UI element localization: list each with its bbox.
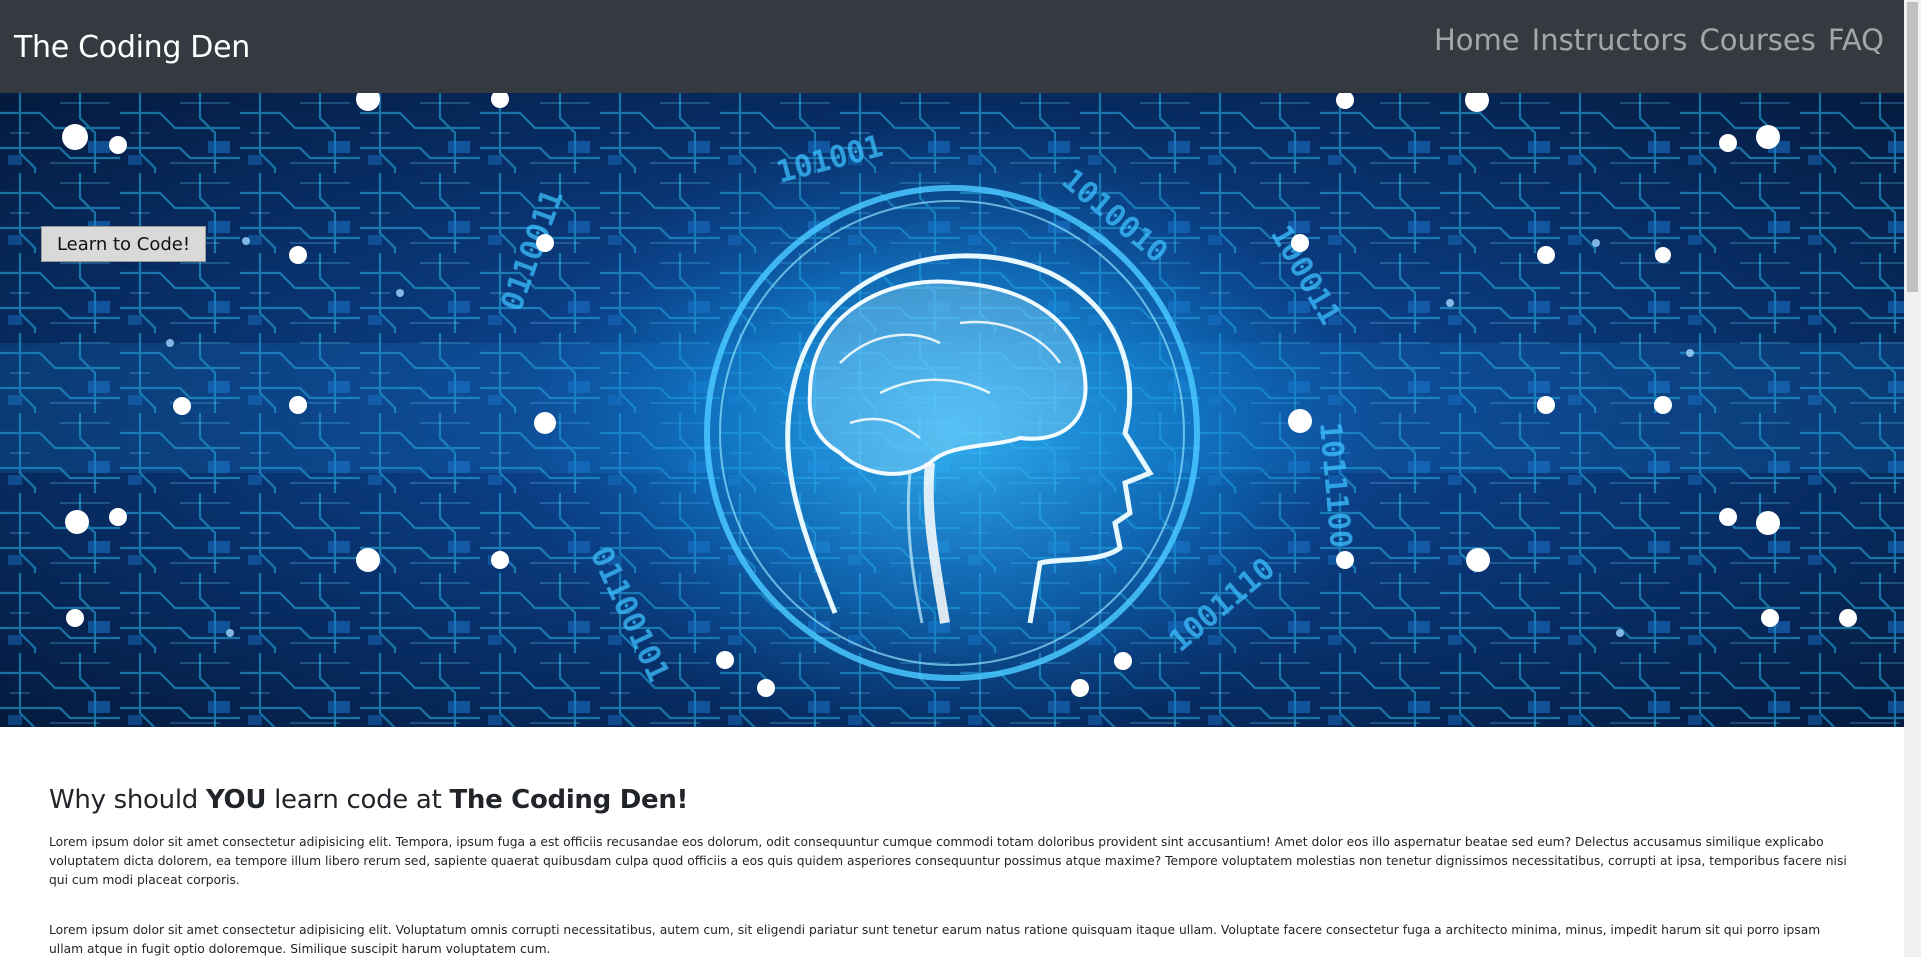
body-paragraph-2: Lorem ipsum dolor sit amet consectetur a… <box>49 923 1821 956</box>
nav-link-home[interactable]: Home <box>1434 23 1520 57</box>
hero-image: 1010010 100011 1011100 1001110 01100101 … <box>0 93 1904 727</box>
heading-emphasis-you: YOU <box>205 785 267 815</box>
learn-to-code-button[interactable]: Learn to Code! <box>41 226 206 262</box>
nav-link-faq[interactable]: FAQ <box>1828 23 1884 57</box>
scrollbar-thumb[interactable] <box>1907 2 1918 292</box>
heading-emphasis-brand: The Coding Den! <box>449 785 689 815</box>
navbar: The Coding Den Home Instructors Courses … <box>0 0 1904 93</box>
page: The Coding Den Home Instructors Courses … <box>0 0 1904 957</box>
nav-link-instructors[interactable]: Instructors <box>1532 23 1688 57</box>
vertical-scrollbar[interactable] <box>1904 0 1921 957</box>
brand-logo[interactable]: The Coding Den <box>14 30 250 65</box>
heading-prefix: Why should <box>49 785 206 815</box>
main-content: Why should YOU learn code at The Coding … <box>49 727 1849 957</box>
section-heading: Why should YOU learn code at The Coding … <box>49 785 1849 815</box>
hero-banner: 1010010 100011 1011100 1001110 01100101 … <box>0 93 1904 727</box>
heading-middle: learn code at <box>266 785 450 815</box>
nav-link-courses[interactable]: Courses <box>1699 23 1815 57</box>
body-paragraph-1: Lorem ipsum dolor sit amet consectetur a… <box>49 835 1847 887</box>
nav-links: Home Instructors Courses FAQ <box>1434 23 1884 57</box>
